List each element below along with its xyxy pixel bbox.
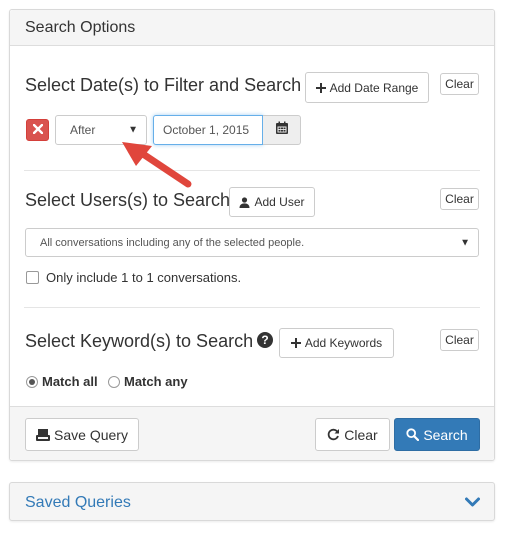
users-section-title: Select Users(s) to Search [25,190,231,210]
add-keywords-label: Add Keywords [304,336,383,350]
x-icon [32,121,43,139]
plus-icon [315,82,326,93]
calendar-button[interactable] [263,115,301,145]
one-to-one-option[interactable]: Only include 1 to 1 conversations. [26,270,241,285]
match-all-option[interactable]: Match all [26,374,98,389]
plus-icon [290,338,301,348]
footer-clear-label: Clear [344,426,378,443]
remove-date-button[interactable] [26,119,49,141]
match-any-label: Match any [124,374,188,389]
add-date-range-button[interactable]: Add Date Range [305,72,429,103]
match-all-radio[interactable] [26,375,38,388]
match-any-radio[interactable] [108,375,120,388]
save-query-button[interactable]: Save Query [25,418,139,451]
panel-title: Search Options [10,10,494,46]
calendar-icon [275,121,289,140]
match-any-option[interactable]: Match any [108,374,188,389]
refresh-icon [327,428,340,441]
add-date-range-label: Add Date Range [329,80,419,95]
divider [24,307,480,308]
keywords-section-title: Select Keyword(s) to Search [25,331,254,351]
footer-clear-button[interactable]: Clear [315,418,390,451]
panel-footer: Save Query Clear Search [10,406,494,460]
chevron-down-icon[interactable] [465,495,480,513]
date-condition-value: After [70,123,96,137]
divider [24,170,480,171]
dates-section-title: Select Date(s) to Filter and Search [25,75,302,95]
caret-down-icon: ▼ [460,237,470,248]
save-query-label: Save Query [54,426,128,443]
saved-queries-panel[interactable]: Saved Queries [9,482,495,521]
users-filter-value: All conversations including any of the s… [40,236,305,249]
search-icon [406,428,420,441]
add-user-label: Add User [254,195,305,209]
keywords-clear-button[interactable]: Clear [440,329,479,351]
search-options-panel: Search Options Select Date(s) to Filter … [9,9,495,461]
add-user-button[interactable]: Add User [229,187,315,217]
question-circle-icon[interactable]: ? [257,332,273,348]
saved-queries-title[interactable]: Saved Queries [25,483,131,522]
dates-clear-button[interactable]: Clear [440,73,479,95]
search-label: Search [423,426,468,443]
one-to-one-checkbox[interactable] [26,271,39,284]
users-filter-select[interactable]: All conversations including any of the s… [25,228,479,257]
search-button[interactable]: Search [394,418,480,451]
add-keywords-button[interactable]: Add Keywords [279,328,394,358]
date-input-value: October 1, 2015 [163,123,250,137]
annotation-arrow [122,142,192,188]
users-clear-button[interactable]: Clear [440,188,479,210]
user-icon [239,196,250,208]
save-icon [36,428,51,441]
one-to-one-label: Only include 1 to 1 conversations. [46,270,242,285]
caret-down-icon: ▼ [128,124,138,136]
match-all-label: Match all [42,374,98,389]
